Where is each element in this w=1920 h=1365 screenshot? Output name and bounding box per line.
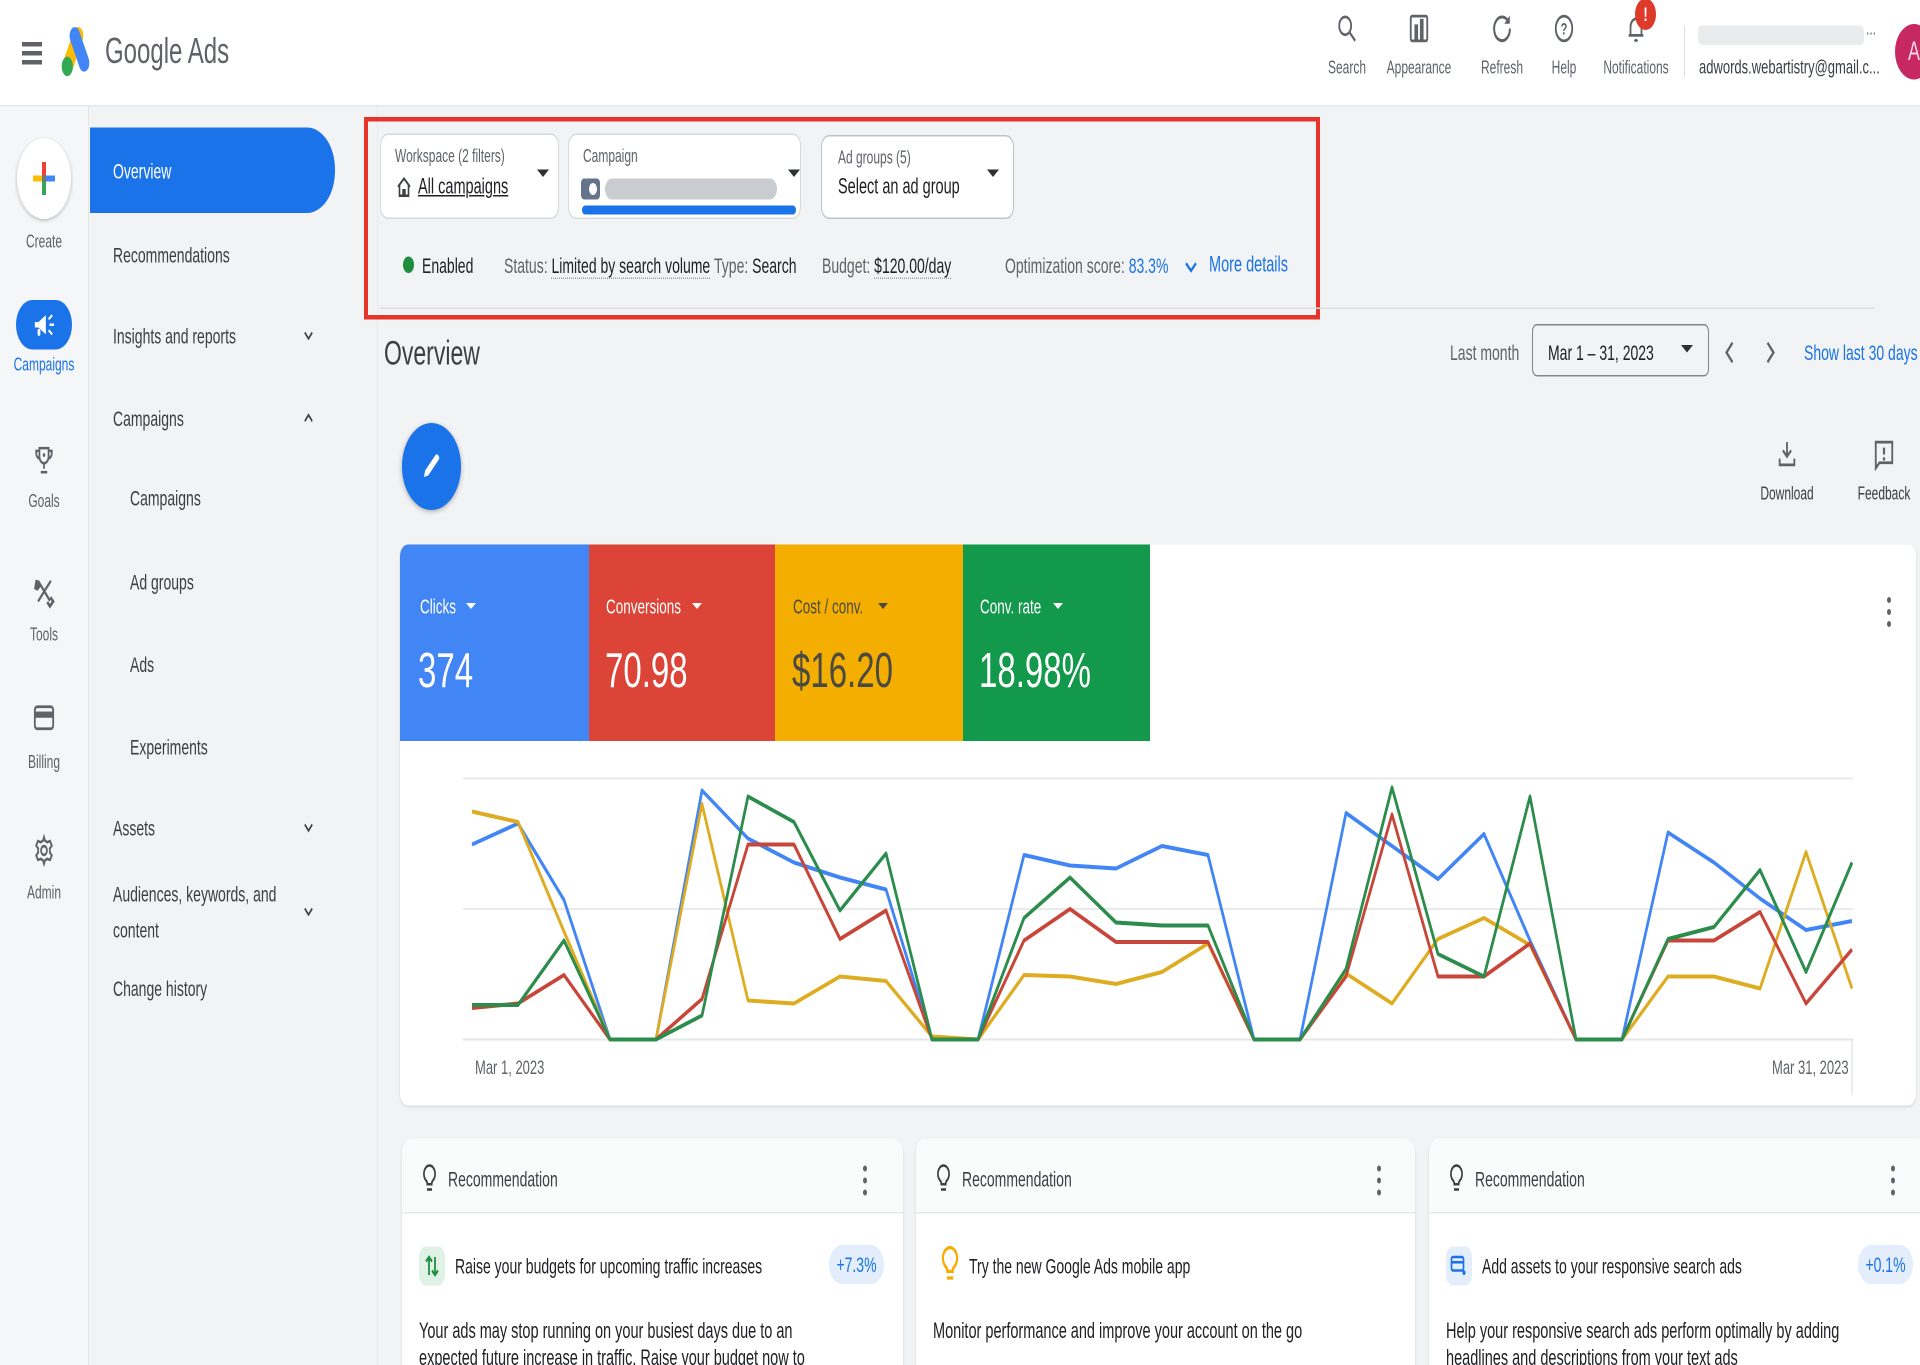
svg-text:?: ? — [1561, 19, 1568, 38]
